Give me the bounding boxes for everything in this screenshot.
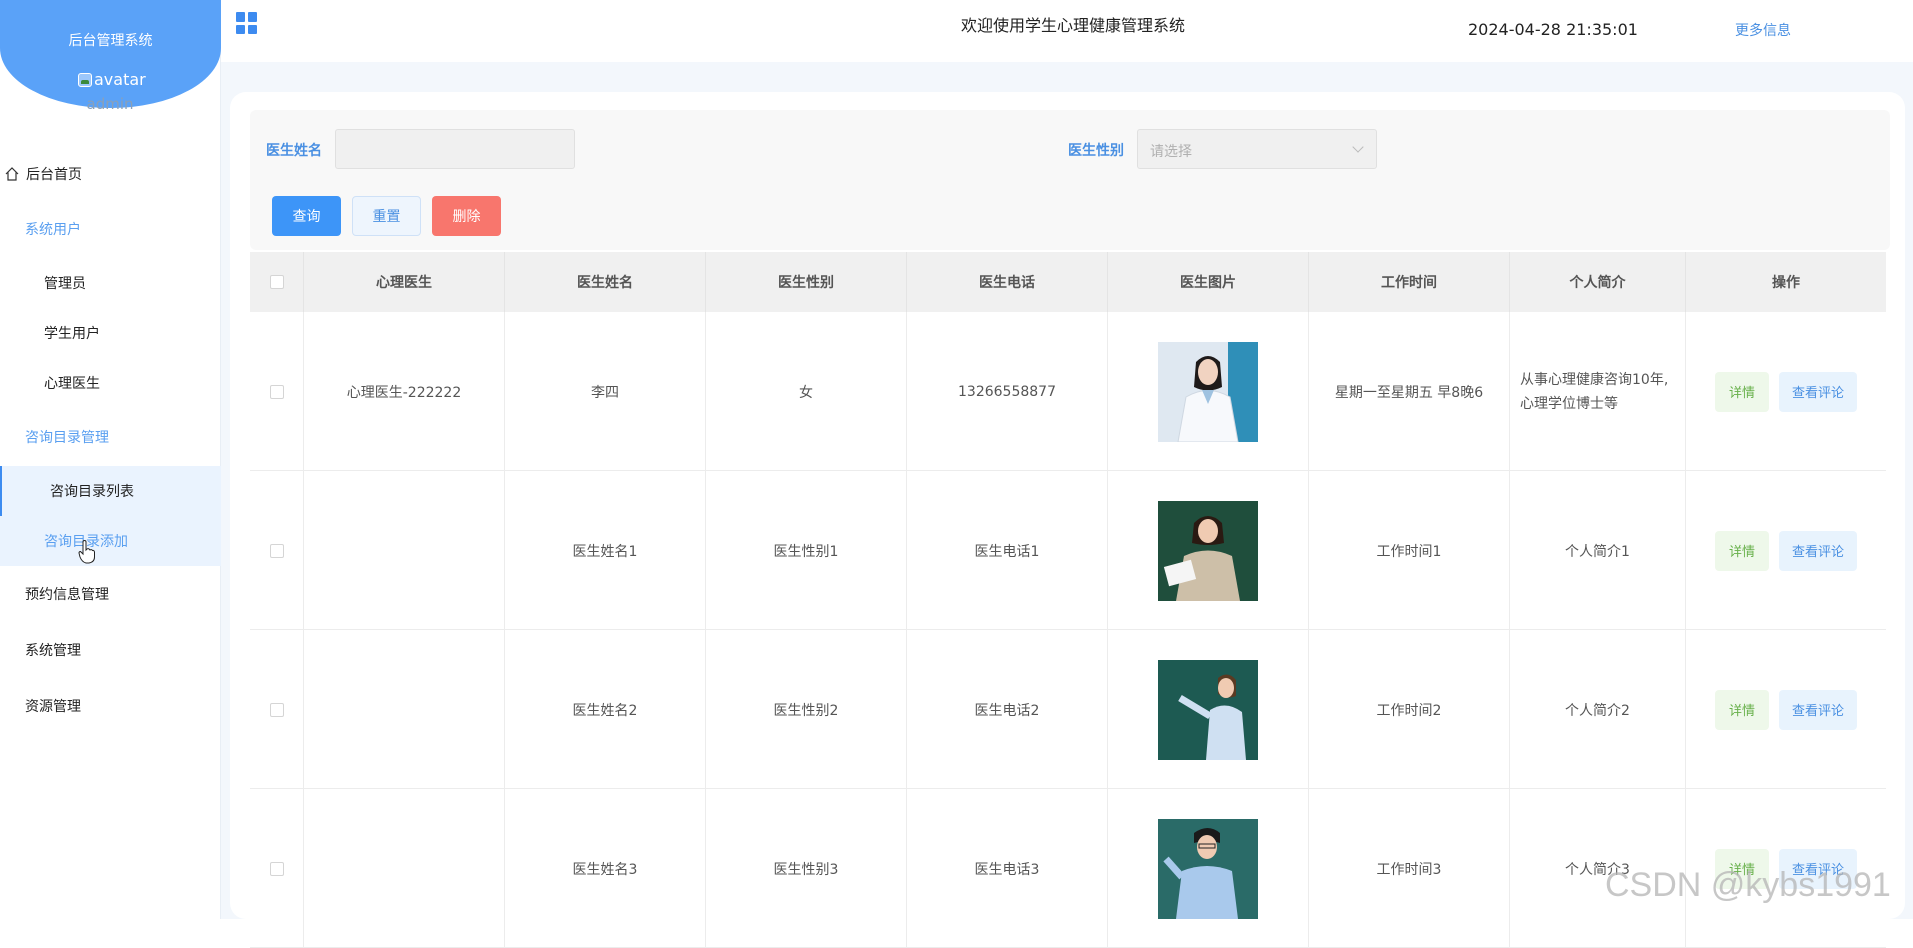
intro-cell: 个人简介1 xyxy=(1510,471,1686,630)
doctor-name-input[interactable] xyxy=(335,129,575,169)
view-reviews-button[interactable]: 查看评论 xyxy=(1779,371,1857,412)
brand-title: 后台管理系统 xyxy=(68,33,153,49)
work-time-cell: 工作时间2 xyxy=(1309,630,1510,789)
more-info-link[interactable]: 更多信息 xyxy=(1735,20,1791,40)
sidebar-item-home[interactable]: 后台首页 xyxy=(0,148,221,200)
column-header: 医生图片 xyxy=(1108,252,1309,312)
reset-button[interactable]: 重置 xyxy=(352,196,421,236)
sidebar-item-appointments[interactable]: 预约信息管理 xyxy=(0,566,221,622)
doctor-account-cell xyxy=(304,471,505,630)
delete-button[interactable]: 删除 xyxy=(432,196,501,236)
column-header: 工作时间 xyxy=(1309,252,1510,312)
doctor-account-cell xyxy=(304,789,505,948)
detail-button[interactable]: 详情 xyxy=(1715,689,1769,730)
sidebar: 后台管理系统 avatar admin 后台首页 系统用户 管理员 学生用户 心… xyxy=(0,0,221,919)
hand-cursor-icon xyxy=(78,540,95,564)
sidebar-group-system-users[interactable]: 系统用户 xyxy=(0,200,221,258)
doctor-gender-select[interactable]: 请选择 xyxy=(1137,129,1377,169)
view-reviews-button[interactable]: 查看评论 xyxy=(1779,689,1857,730)
gender-select-placeholder: 请选择 xyxy=(1150,144,1192,160)
doctor-photo xyxy=(1158,341,1258,442)
actions-cell: 详情 查看评论 xyxy=(1686,630,1886,789)
column-header: 医生性别 xyxy=(706,252,907,312)
doctor-name-cell: 李四 xyxy=(505,312,706,471)
doctor-name-cell: 医生姓名2 xyxy=(505,630,706,789)
doctor-name-label: 医生姓名 xyxy=(266,143,322,159)
sidebar-item-catalog-list[interactable]: 咨询目录列表 xyxy=(0,466,221,516)
avatar-alt-text: avatar xyxy=(94,70,146,89)
watermark: CSDN @kybs1991 xyxy=(1605,866,1891,904)
intro-cell: 个人简介2 xyxy=(1510,630,1686,789)
sidebar-group-consult-catalog[interactable]: 咨询目录管理 xyxy=(0,408,221,466)
row-checkbox[interactable] xyxy=(269,861,284,876)
doctor-name-cell: 医生姓名1 xyxy=(505,471,706,630)
doctor-gender-cell: 女 xyxy=(706,312,907,471)
query-button[interactable]: 查询 xyxy=(272,196,341,236)
sidebar-item-system-settings[interactable]: 系统管理 xyxy=(0,622,221,678)
sidebar-item-doctors[interactable]: 心理医生 xyxy=(0,358,221,408)
doctor-phone-cell: 13266558877 xyxy=(907,312,1108,471)
table-header: 心理医生 医生姓名 医生性别 医生电话 医生图片 工作时间 个人简介 操作 xyxy=(250,252,1886,312)
current-datetime: 2024-04-28 21:35:01 xyxy=(1468,20,1638,39)
sidebar-item-catalog-add[interactable]: 咨询目录添加 xyxy=(0,516,221,566)
table-row: 医生姓名1 医生性别1 医生电话1 工作时间1 个人简介1 详情 查看评论 xyxy=(250,471,1886,630)
column-header: 个人简介 xyxy=(1510,252,1686,312)
sidebar-item-students[interactable]: 学生用户 xyxy=(0,308,221,358)
avatar: avatar xyxy=(78,70,146,89)
row-checkbox[interactable] xyxy=(269,702,284,717)
admin-username: admin xyxy=(86,95,134,113)
actions-cell: 详情 查看评论 xyxy=(1686,471,1886,630)
doctor-gender-label: 医生性别 xyxy=(1068,143,1124,159)
brand-header: 后台管理系统 avatar xyxy=(0,0,221,108)
doctor-phone-cell: 医生电话1 xyxy=(907,471,1108,630)
column-header: 医生电话 xyxy=(907,252,1108,312)
doctor-phone-cell: 医生电话2 xyxy=(907,630,1108,789)
sidebar-item-admins[interactable]: 管理员 xyxy=(0,258,221,308)
intro-cell: 从事心理健康咨询10年,心理学位博士等 xyxy=(1510,312,1686,471)
doctor-account-cell xyxy=(304,630,505,789)
welcome-text: 欢迎使用学生心理健康管理系统 xyxy=(961,16,1186,35)
doctor-gender-cell: 医生性别2 xyxy=(706,630,907,789)
actions-cell: 详情 查看评论 xyxy=(1686,312,1886,471)
doctor-account-cell: 心理医生-222222 xyxy=(304,312,505,471)
detail-button[interactable]: 详情 xyxy=(1715,371,1769,412)
doctor-phone-cell: 医生电话3 xyxy=(907,789,1108,948)
detail-button[interactable]: 详情 xyxy=(1715,530,1769,571)
row-checkbox[interactable] xyxy=(269,543,284,558)
doctor-photo xyxy=(1158,659,1258,760)
column-header: 心理医生 xyxy=(304,252,505,312)
doctor-gender-cell: 医生性别1 xyxy=(706,471,907,630)
sidebar-item-label: 后台首页 xyxy=(26,167,82,183)
column-header: 医生姓名 xyxy=(505,252,706,312)
select-all-cell xyxy=(250,252,304,312)
column-header: 操作 xyxy=(1772,275,1800,291)
home-icon xyxy=(5,167,19,181)
work-time-cell: 星期一至星期五 早8晚6 xyxy=(1309,312,1510,471)
broken-image-icon xyxy=(78,72,92,87)
top-header: 欢迎使用学生心理健康管理系统 2024-04-28 21:35:01 更多信息 xyxy=(221,0,1913,62)
sidebar-menu: 后台首页 系统用户 管理员 学生用户 心理医生 咨询目录管理 咨询目录列表 咨询… xyxy=(0,148,221,734)
doctor-name-cell: 医生姓名3 xyxy=(505,789,706,948)
table-row: 医生姓名2 医生性别2 医生电话2 工作时间2 个人简介2 详情 查看评论 xyxy=(250,630,1886,789)
select-all-checkbox[interactable] xyxy=(269,275,284,289)
menu-grid-icon[interactable] xyxy=(236,12,258,34)
doctor-gender-cell: 医生性别3 xyxy=(706,789,907,948)
work-time-cell: 工作时间3 xyxy=(1309,789,1510,948)
chevron-down-icon xyxy=(1352,141,1364,153)
sidebar-item-resources[interactable]: 资源管理 xyxy=(0,678,221,734)
table-row: 心理医生-222222 李四 女 13266558877 星期一至星期五 早8晚… xyxy=(250,312,1886,471)
work-time-cell: 工作时间1 xyxy=(1309,471,1510,630)
view-reviews-button[interactable]: 查看评论 xyxy=(1779,530,1857,571)
doctor-photo xyxy=(1158,818,1258,919)
row-checkbox[interactable] xyxy=(269,384,284,399)
doctor-photo xyxy=(1158,500,1258,601)
